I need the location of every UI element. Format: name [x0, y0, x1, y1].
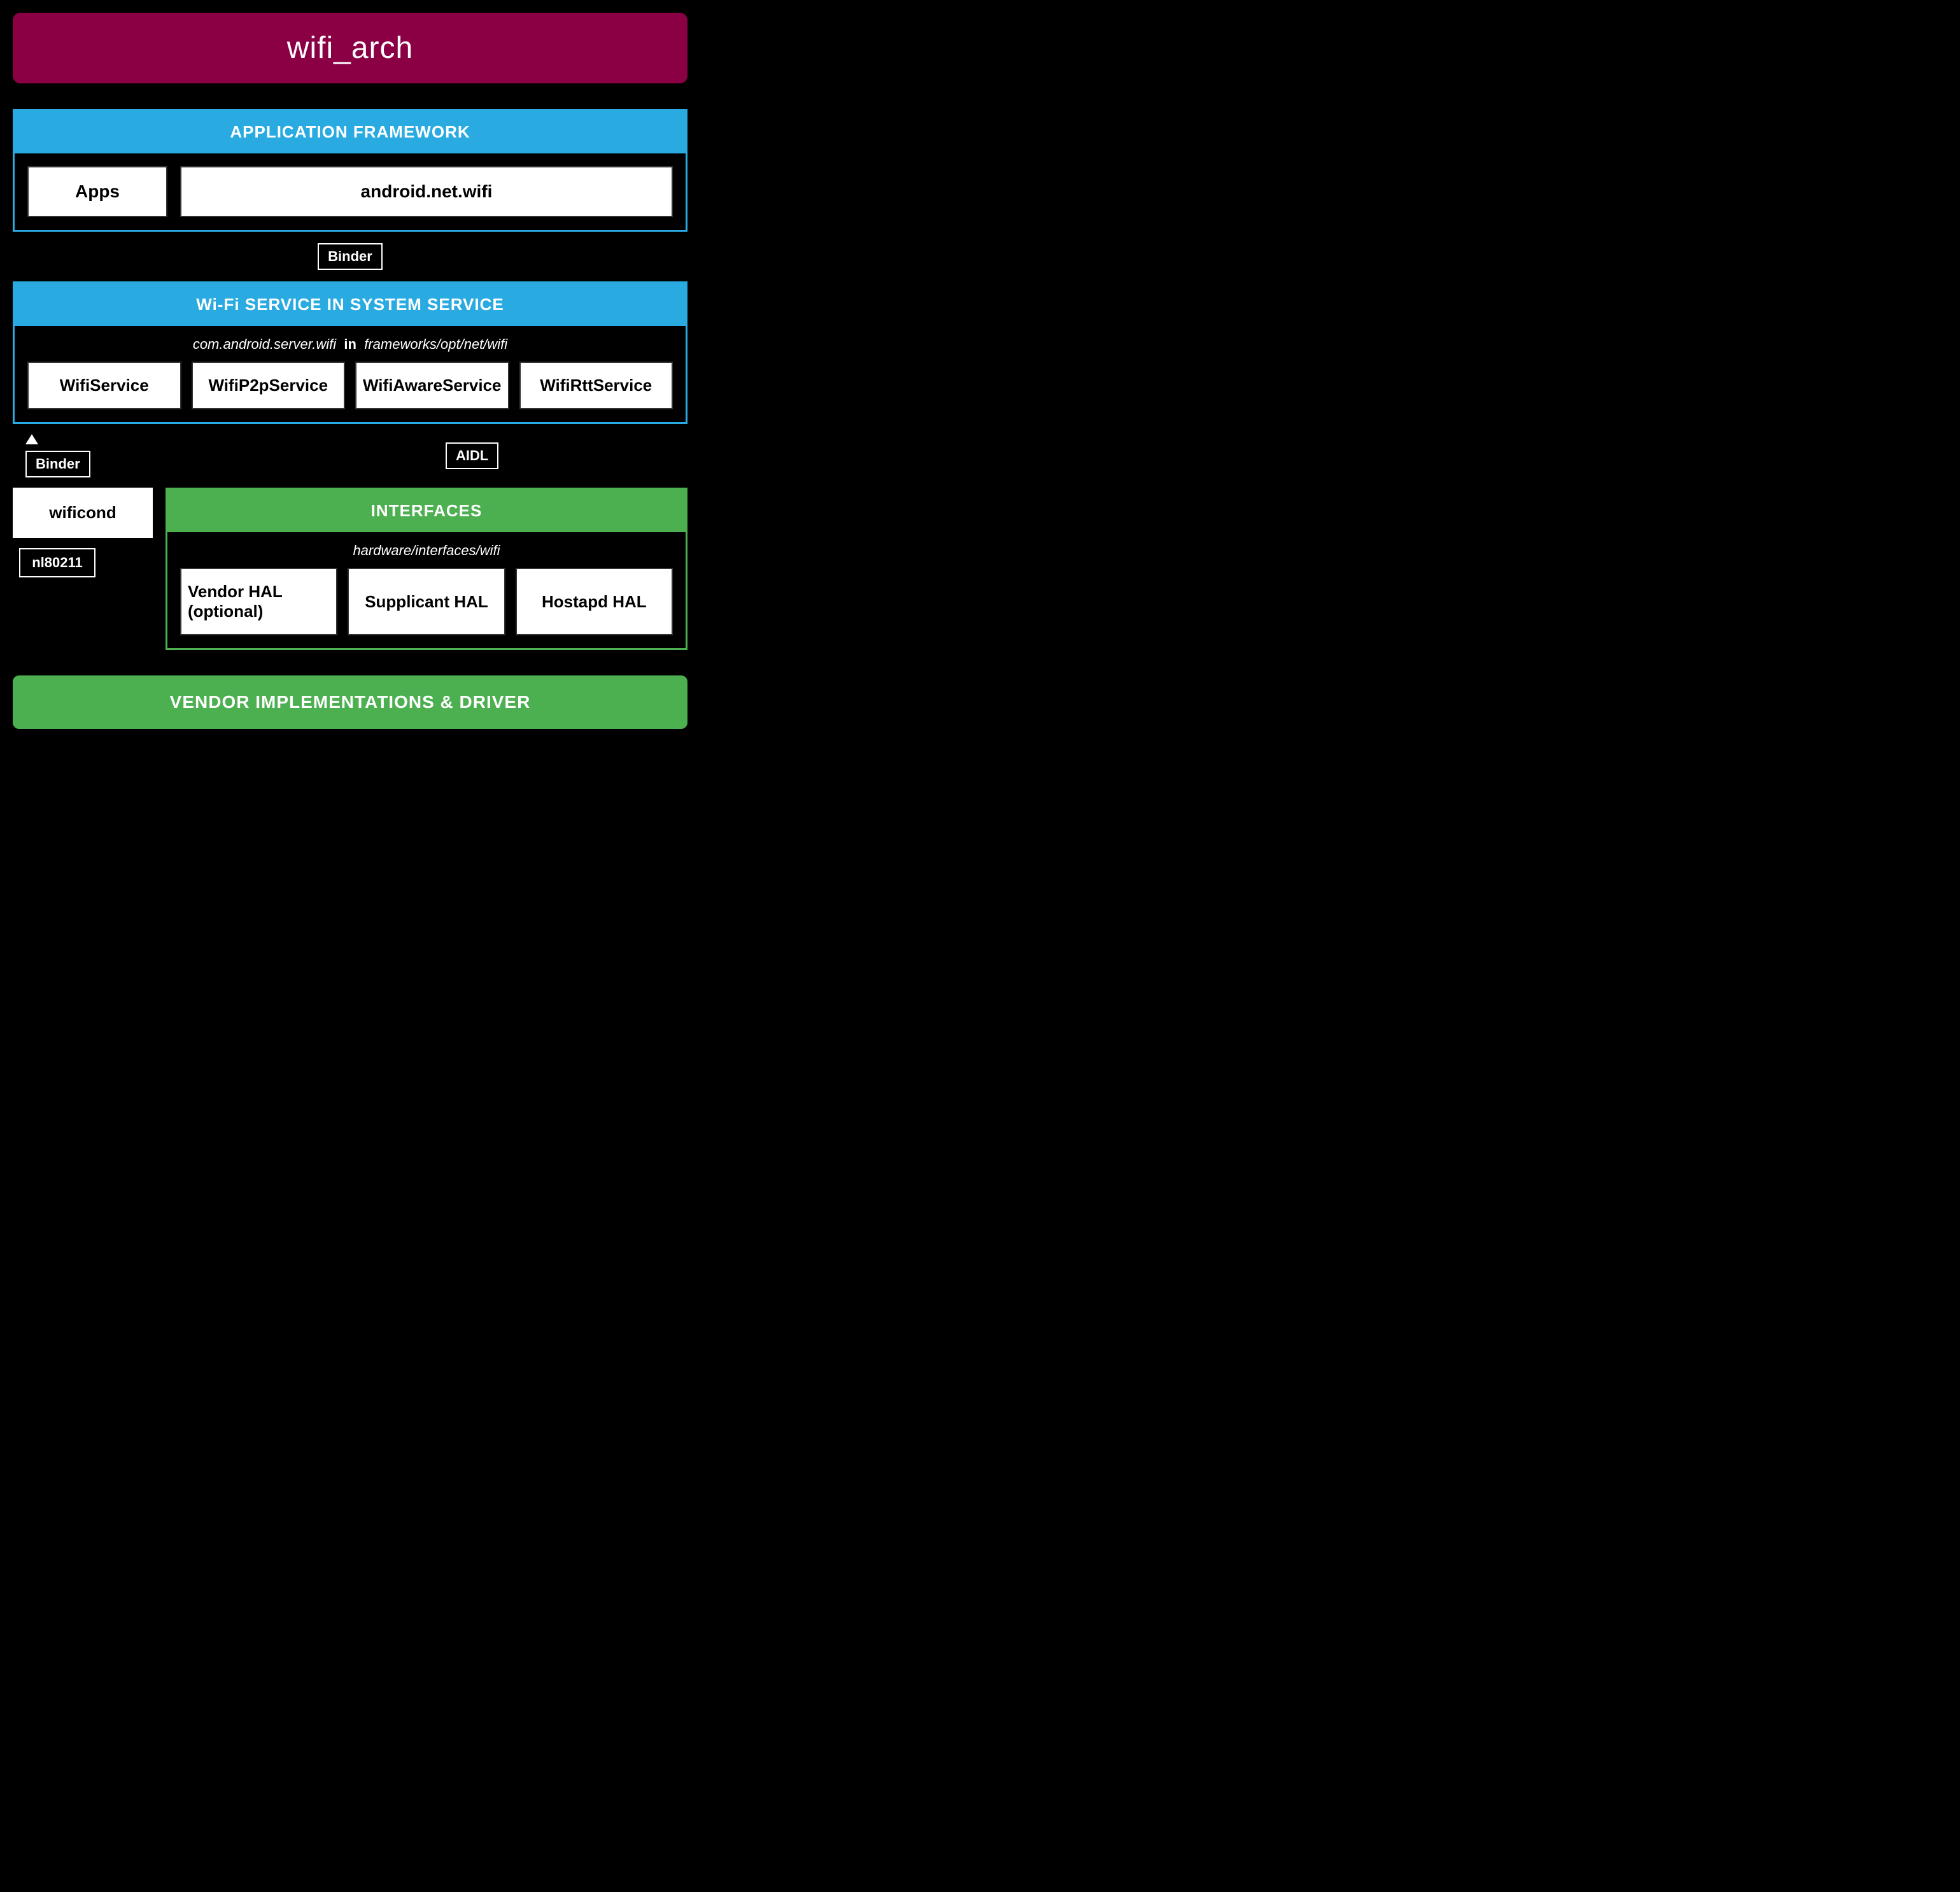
- wifi-service-label-1: WifiP2pService: [208, 376, 328, 395]
- interfaces-content: hardware/interfaces/wifi Vendor HAL (opt…: [167, 532, 686, 648]
- app-framework-section: APPLICATION FRAMEWORK Apps android.net.w…: [13, 109, 687, 232]
- wifi-service-label-2: WifiAwareService: [363, 376, 502, 395]
- wifi-service-item-1: WifiP2pService: [192, 362, 346, 409]
- interfaces-subtitle-text: hardware/interfaces/wifi: [353, 542, 500, 558]
- android-net-wifi-label: android.net.wifi: [361, 181, 493, 202]
- wifi-service-section: Wi-Fi SERVICE IN SYSTEM SERVICE com.andr…: [13, 281, 687, 424]
- aidl-label: AIDL: [446, 442, 498, 469]
- aidl-label-container: AIDL: [446, 442, 498, 469]
- binder-top-container: Binder: [13, 232, 687, 281]
- binder-aidl-row: Binder AIDL: [13, 424, 687, 488]
- apps-label: Apps: [75, 181, 120, 202]
- wifi-service-item-2: WifiAwareService: [355, 362, 509, 409]
- app-framework-title: APPLICATION FRAMEWORK: [230, 122, 470, 141]
- wificond-nl-column: wificond nl80211: [13, 488, 166, 650]
- wificond-label: wificond: [49, 503, 116, 523]
- android-net-wifi-box: android.net.wifi: [180, 166, 673, 217]
- hostapd-hal-label: Hostapd HAL: [542, 592, 647, 612]
- interfaces-row: wificond nl80211 INTERFACES hardware/int…: [13, 488, 687, 650]
- nl80211-box: nl80211: [19, 548, 95, 577]
- arrow-up-icon: [25, 434, 38, 444]
- vendor-bar: VENDOR IMPLEMENTATIONS & DRIVER: [13, 675, 687, 729]
- nl80211-container: nl80211: [13, 548, 166, 577]
- hostapd-hal-box: Hostapd HAL: [516, 568, 673, 635]
- wifi-service-boxes: WifiService WifiP2pService WifiAwareServ…: [27, 362, 673, 409]
- wifi-service-item-3: WifiRttService: [519, 362, 673, 409]
- apps-box: Apps: [27, 166, 167, 217]
- wifi-service-title: Wi-Fi SERVICE IN SYSTEM SERVICE: [196, 295, 504, 314]
- interfaces-title: INTERFACES: [371, 501, 483, 520]
- wifi-service-subtitle-italic1: com.android.server.wifi: [193, 336, 336, 352]
- binder-top-label: Binder: [318, 243, 383, 270]
- binder-left-group: Binder: [25, 434, 90, 477]
- page-title: wifi_arch: [38, 31, 662, 66]
- wifi-service-label-3: WifiRttService: [540, 376, 652, 395]
- vendor-hal-box: Vendor HAL (optional): [180, 568, 337, 635]
- supplicant-hal-label: Supplicant HAL: [365, 592, 488, 612]
- title-bar: wifi_arch: [13, 13, 687, 83]
- supplicant-hal-box: Supplicant HAL: [348, 568, 505, 635]
- wifi-service-item-0: WifiService: [27, 362, 181, 409]
- vendor-bar-label: VENDOR IMPLEMENTATIONS & DRIVER: [170, 692, 531, 712]
- interfaces-header: INTERFACES: [167, 490, 686, 532]
- vendor-hal-label: Vendor HAL (optional): [188, 582, 330, 621]
- app-framework-header: APPLICATION FRAMEWORK: [15, 111, 686, 153]
- interfaces-section: INTERFACES hardware/interfaces/wifi Vend…: [166, 488, 687, 650]
- wifi-service-subtitle-italic2: frameworks/opt/net/wifi: [364, 336, 507, 352]
- interfaces-boxes: Vendor HAL (optional) Supplicant HAL Hos…: [180, 568, 673, 635]
- app-framework-content: Apps android.net.wifi: [15, 153, 686, 230]
- wifi-service-content: com.android.server.wifi in frameworks/op…: [15, 326, 686, 422]
- wifi-service-subtitle-bold: in: [344, 336, 356, 352]
- interfaces-subtitle: hardware/interfaces/wifi: [180, 542, 673, 559]
- wifi-service-subtitle: com.android.server.wifi in frameworks/op…: [27, 336, 673, 353]
- wificond-box: wificond: [13, 488, 153, 538]
- wifi-service-label-0: WifiService: [60, 376, 149, 395]
- binder-left-label: Binder: [25, 451, 90, 477]
- wifi-service-header: Wi-Fi SERVICE IN SYSTEM SERVICE: [15, 283, 686, 326]
